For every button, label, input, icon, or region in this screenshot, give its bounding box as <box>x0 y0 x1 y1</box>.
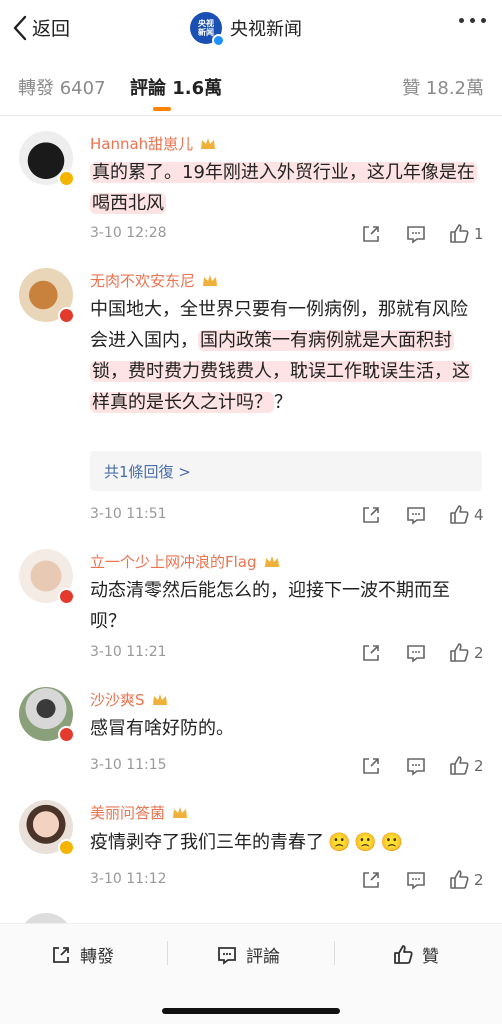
share-icon[interactable] <box>360 642 382 664</box>
avatar[interactable] <box>19 549 75 605</box>
comment-icon[interactable] <box>405 223 427 245</box>
back-button[interactable]: 返回 <box>12 14 70 41</box>
like-count: 1 <box>474 225 484 243</box>
crown-icon <box>152 693 167 705</box>
avatar[interactable] <box>19 913 73 923</box>
crown-icon <box>203 274 218 286</box>
comment-button[interactable]: 評論 <box>216 942 280 967</box>
like-icon[interactable] <box>448 869 470 891</box>
comment-icon <box>218 946 236 965</box>
comment-label: 評論 <box>246 947 280 967</box>
active-tab-indicator <box>153 107 171 111</box>
divider <box>334 941 335 965</box>
comment-meta: 3-10 11:12 2 <box>90 869 490 891</box>
share-icon[interactable] <box>360 504 382 526</box>
crown-icon <box>264 555 279 567</box>
like-count: 2 <box>474 871 484 889</box>
like-count: 2 <box>474 757 484 775</box>
share-icon[interactable] <box>360 223 382 245</box>
share-icon[interactable] <box>360 869 382 891</box>
avatar[interactable] <box>19 268 75 324</box>
account-logo-text: 央视新闻 <box>198 19 214 37</box>
back-label: 返回 <box>32 18 71 40</box>
navigation-bar: 返回 央视新闻 央视新闻 <box>0 0 502 58</box>
like-count: 2 <box>474 644 484 662</box>
comment-icon[interactable] <box>405 504 427 526</box>
repost-label: 轉發 <box>80 947 114 967</box>
replies-link[interactable]: 共1條回復 > <box>90 451 482 491</box>
frown-emoji-icon: 🙁🙁🙁 <box>328 832 408 853</box>
like-icon[interactable] <box>448 642 470 664</box>
comment-list: Hannah甜崽儿 真的累了。19年刚进入外贸行业，这几年像是在喝西北风 3-1… <box>0 117 502 923</box>
comment-username[interactable]: 沙沙爽S <box>90 689 169 710</box>
comment-text: 疫情剥夺了我们三年的青春了 🙁🙁🙁 <box>90 832 408 853</box>
like-icon[interactable] <box>448 755 470 777</box>
comment-username[interactable]: 无肉不欢安东尼 <box>90 270 219 291</box>
more-options-icon[interactable] <box>459 18 486 23</box>
comment-date: 3-10 11:15 <box>90 757 167 773</box>
comment-text: 动态清零然后能怎么的，迎接下一波不期而至呗？ <box>90 580 450 632</box>
like-icon[interactable] <box>448 223 470 245</box>
comment-meta: 3-10 11:15 2 <box>90 755 490 777</box>
like-label: 贊 <box>422 947 439 967</box>
crown-icon <box>201 137 216 149</box>
comment-username[interactable]: 立一个少上网冲浪的Flag <box>90 551 281 572</box>
divider <box>167 941 168 965</box>
comment-icon[interactable] <box>405 869 427 891</box>
tab-likes[interactable]: 贊 18.2萬 <box>402 74 484 100</box>
home-indicator <box>162 1008 340 1014</box>
comment-meta: 3-10 11:51 4 <box>90 504 490 526</box>
share-icon <box>53 946 69 963</box>
share-icon[interactable] <box>360 755 382 777</box>
member-badge-icon <box>58 726 75 743</box>
comment-meta: 3-10 11:21 2 <box>90 642 490 664</box>
verified-icon <box>212 34 225 47</box>
comment-icon[interactable] <box>405 642 427 664</box>
comment-username[interactable]: 美丽问答菌 <box>90 802 189 823</box>
member-badge-icon <box>58 307 75 324</box>
bottom-action-bar: 轉發 評論 贊 <box>0 923 502 1024</box>
account-logo: 央视新闻 <box>190 12 225 47</box>
post-stats-tabs: 轉發 6407 評論 1.6萬 贊 18.2萬 <box>0 58 502 116</box>
like-count: 4 <box>474 506 484 524</box>
comment-username[interactable]: Hannah甜崽儿 <box>90 133 217 154</box>
verified-badge-icon <box>58 170 75 187</box>
like-button[interactable]: 贊 <box>392 942 439 967</box>
comment-meta: 3-10 12:28 1 <box>90 223 490 245</box>
crown-icon <box>173 806 188 818</box>
comment-date: 3-10 11:12 <box>90 871 167 887</box>
account-title: 央视新闻 <box>230 19 302 40</box>
avatar[interactable] <box>19 687 75 743</box>
repost-button[interactable]: 轉發 <box>50 942 114 967</box>
member-badge-icon <box>58 588 75 605</box>
tab-reposts[interactable]: 轉發 6407 <box>18 74 106 100</box>
comment-date: 3-10 11:51 <box>90 506 167 522</box>
thumbs-up-icon <box>394 944 413 964</box>
comment-icon[interactable] <box>405 755 427 777</box>
account-header[interactable]: 央视新闻 央视新闻 <box>190 12 302 47</box>
chevron-left-icon <box>13 15 27 40</box>
like-icon[interactable] <box>448 504 470 526</box>
comment-date: 3-10 11:21 <box>90 644 167 660</box>
comment-text: 感冒有啥好防的。 <box>90 718 234 739</box>
avatar[interactable] <box>19 800 75 856</box>
verified-badge-icon <box>58 839 75 856</box>
comment-date: 3-10 12:28 <box>90 225 167 241</box>
avatar[interactable] <box>19 131 75 187</box>
comment-text: 真的累了。19年刚进入外贸行业，这几年像是在喝西北风 <box>90 162 477 214</box>
comment-text: 中国地大，全世界只要有一例病例，那就有风险会进入国内， 国内政策一有病例就是大面积… <box>90 299 472 413</box>
